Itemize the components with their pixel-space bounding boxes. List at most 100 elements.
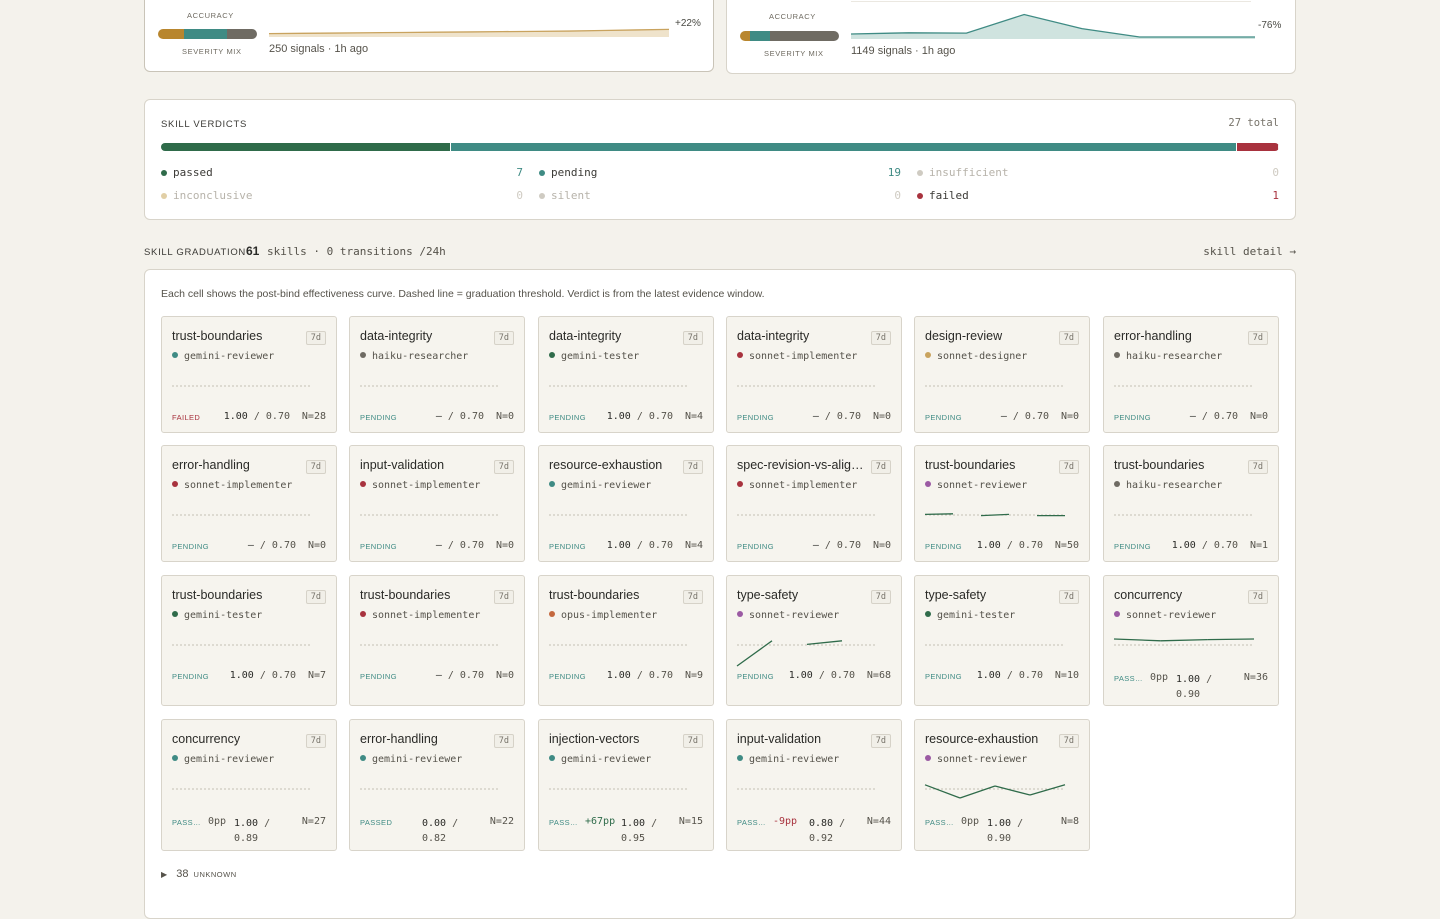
severity-mix-label: SEVERITY MIX	[764, 49, 824, 58]
verdict-item-pending[interactable]: pending 19	[539, 166, 901, 180]
skill-count: 61	[246, 244, 260, 258]
verdict-item-failed[interactable]: failed 1	[917, 189, 1279, 203]
agent: gemini-reviewer	[360, 754, 462, 765]
agent-name: sonnet-reviewer	[1126, 610, 1217, 621]
agent-dot-icon	[172, 611, 178, 617]
window-badge[interactable]: 7d	[682, 734, 703, 748]
skill-tile[interactable]: trust-boundaries 7d gemini-tester PENDING 1.…	[161, 575, 337, 706]
skill-tile[interactable]: data-integrity 7d haiku-researcher PENDING –…	[349, 316, 525, 433]
skill-tile[interactable]: type-safety 7d gemini-tester PENDING 1.00 / …	[914, 575, 1090, 706]
window-badge[interactable]: 7d	[1247, 460, 1268, 474]
skill-tile[interactable]: type-safety 7d sonnet-reviewer PENDING 1.00 …	[726, 575, 902, 706]
skill-detail-link[interactable]: skill detail →	[1203, 245, 1296, 258]
effectiveness-curve	[549, 514, 689, 516]
skill-tile[interactable]: trust-boundaries 7d sonnet-implementer PEND…	[349, 575, 525, 706]
skill-name: data-integrity	[549, 329, 622, 343]
sample-count: N=68	[866, 670, 891, 681]
skill-tile[interactable]: input-validation 7d gemini-reviewer PASS… -9…	[726, 719, 902, 851]
effectiveness-value: 1.00 / 0.90	[1176, 674, 1213, 700]
skill-tile[interactable]: trust-boundaries 7d sonnet-reviewer PENDING…	[914, 445, 1090, 562]
effectiveness-value: 1.00 / 0.70	[229, 670, 296, 681]
skill-tile[interactable]: data-integrity 7d sonnet-implementer PENDIN…	[726, 316, 902, 433]
agent-dot-icon	[925, 481, 931, 487]
agent-dot-icon	[360, 755, 366, 761]
agent-dot-icon	[549, 352, 555, 358]
agent-name: gemini-tester	[561, 351, 640, 362]
signal-card-accuracy-left[interactable]: ACCURACY SEVERITY MIX +22% 250 signals ·…	[144, 0, 714, 72]
skill-tile[interactable]: input-validation 7d sonnet-implementer PEND…	[349, 445, 525, 562]
window-badge[interactable]: 7d	[1058, 460, 1079, 474]
skill-name: trust-boundaries	[172, 588, 263, 602]
curve-segment	[959, 785, 996, 799]
signal-card-accuracy-right[interactable]: ACCURACY SEVERITY MIX -76% 1149 signals …	[726, 0, 1296, 74]
skill-tile[interactable]: spec-revision-vs-alignment 7d sonnet-imple…	[726, 445, 902, 562]
effectiveness-value: 1.00 / 0.70	[976, 540, 1043, 551]
skill-name: trust-boundaries	[1114, 458, 1205, 472]
skill-tile[interactable]: design-review 7d sonnet-designer PENDING – /…	[914, 316, 1090, 433]
window-badge[interactable]: 7d	[305, 734, 326, 748]
window-badge[interactable]: 7d	[870, 590, 891, 604]
skill-tile[interactable]: error-handling 7d haiku-researcher PENDING –…	[1103, 316, 1279, 433]
effectiveness-curve	[737, 788, 877, 790]
window-badge[interactable]: 7d	[682, 331, 703, 345]
verdict-status: PENDING	[172, 542, 209, 551]
window-badge[interactable]: 7d	[1058, 331, 1079, 345]
skill-name: error-handling	[172, 458, 250, 472]
effectiveness-value: 1.00 / 0.90	[987, 818, 1024, 844]
skill-tile[interactable]: concurrency 7d gemini-reviewer PASS… 0pp 1.00…	[161, 719, 337, 851]
effectiveness-curve	[172, 385, 312, 387]
verdict-item-silent[interactable]: silent 0	[539, 189, 901, 203]
skill-tile[interactable]: trust-boundaries 7d opus-implementer PENDIN…	[538, 575, 714, 706]
sample-count: N=50	[1054, 540, 1079, 551]
skill-tile[interactable]: error-handling 7d sonnet-implementer PENDIN…	[161, 445, 337, 562]
skill-tile[interactable]: concurrency 7d sonnet-reviewer PASS… 0pp 1.00…	[1103, 575, 1279, 706]
status-dot-icon	[539, 193, 545, 199]
window-badge[interactable]: 7d	[493, 590, 514, 604]
window-badge[interactable]: 7d	[682, 590, 703, 604]
skill-tile[interactable]: trust-boundaries 7d gemini-reviewer FAILED 1…	[161, 316, 337, 433]
sample-count: N=0	[307, 540, 326, 551]
verdict-status: FAILED	[172, 413, 201, 422]
window-badge[interactable]: 7d	[1058, 734, 1079, 748]
verdict-item-passed[interactable]: passed 7	[161, 166, 523, 180]
agent-name: sonnet-implementer	[372, 610, 481, 621]
verdict-item-insufficient[interactable]: insufficient 0	[917, 166, 1279, 180]
window-badge[interactable]: 7d	[1247, 590, 1268, 604]
effectiveness-delta: +67pp	[585, 816, 616, 827]
agent: gemini-reviewer	[549, 480, 651, 491]
skill-transitions-summary: skills · 0 transitions /24h	[267, 245, 446, 258]
verdicts-total: 27 total	[1228, 117, 1279, 129]
effectiveness-delta: -9pp	[773, 816, 798, 827]
effectiveness-value: – / 0.70	[1189, 411, 1238, 422]
window-badge[interactable]: 7d	[493, 460, 514, 474]
effectiveness-curve	[360, 385, 500, 387]
skill-tile[interactable]: trust-boundaries 7d haiku-researcher PENDIN…	[1103, 445, 1279, 562]
window-badge[interactable]: 7d	[682, 460, 703, 474]
skill-tile[interactable]: error-handling 7d gemini-reviewer PASSED 0.0…	[349, 719, 525, 851]
verdict-status: PASS…	[1114, 674, 1143, 683]
agent-dot-icon	[172, 352, 178, 358]
window-badge[interactable]: 7d	[870, 734, 891, 748]
skill-tile[interactable]: injection-vectors 7d gemini-reviewer PASS… +…	[538, 719, 714, 851]
window-badge[interactable]: 7d	[493, 734, 514, 748]
skill-tile[interactable]: resource-exhaustion 7d sonnet-reviewer PASS…	[914, 719, 1090, 851]
unknown-skills-toggle[interactable]: ▶ 38 UNKNOWN	[161, 868, 237, 880]
skill-tile[interactable]: data-integrity 7d gemini-tester PENDING 1.00…	[538, 316, 714, 433]
effectiveness-delta: 0pp	[961, 816, 980, 827]
severity-segment	[749, 31, 770, 41]
agent-name: gemini-reviewer	[561, 480, 652, 491]
window-badge[interactable]: 7d	[870, 331, 891, 345]
window-badge[interactable]: 7d	[493, 331, 514, 345]
window-badge[interactable]: 7d	[870, 460, 891, 474]
effectiveness-curve	[925, 385, 1065, 387]
window-badge[interactable]: 7d	[305, 460, 326, 474]
skill-name: design-review	[925, 329, 1003, 343]
agent-dot-icon	[172, 755, 178, 761]
skill-tile[interactable]: resource-exhaustion 7d gemini-reviewer PEND…	[538, 445, 714, 562]
verdict-item-inconclusive[interactable]: inconclusive 0	[161, 189, 523, 203]
window-badge[interactable]: 7d	[1058, 590, 1079, 604]
window-badge[interactable]: 7d	[305, 331, 326, 345]
window-badge[interactable]: 7d	[1247, 331, 1268, 345]
verdict-count: 7	[516, 166, 523, 179]
window-badge[interactable]: 7d	[305, 590, 326, 604]
